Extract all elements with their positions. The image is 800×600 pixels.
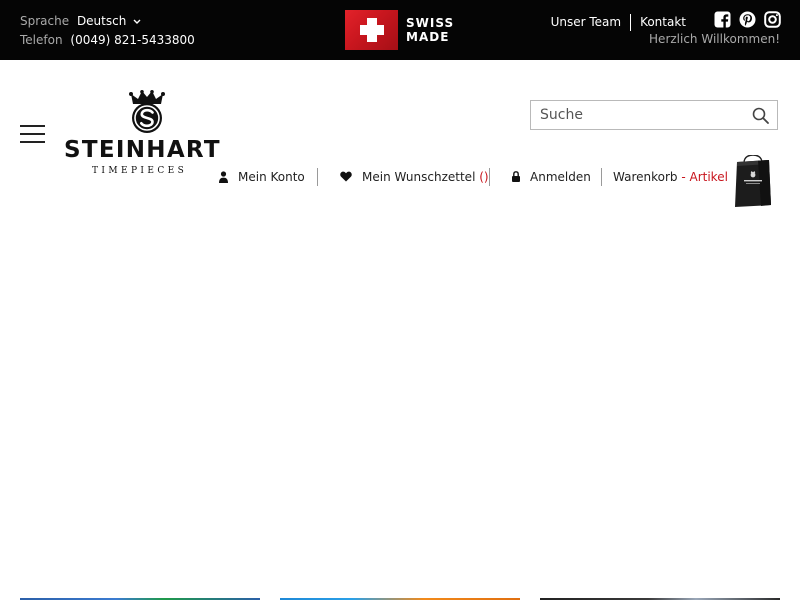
brand-name: STEINHART (64, 137, 221, 163)
my-account-label: Mein Konto (238, 170, 305, 184)
instagram-icon[interactable] (764, 11, 781, 28)
brand-logo[interactable]: STEINHART TIMEPIECES (64, 90, 234, 182)
shopping-bag-icon[interactable] (734, 155, 772, 209)
wishlist-count: () (479, 170, 489, 184)
cart-label: Warenkorb (613, 170, 678, 184)
welcome-text: Herzlich Willkommen! (649, 32, 780, 46)
language-value[interactable]: Deutsch (77, 14, 126, 28)
social-links (714, 11, 782, 29)
top-link-divider (630, 14, 632, 31)
swiss-flag-icon (345, 10, 398, 50)
steinhart-emblem-icon (129, 90, 165, 133)
nav-divider (489, 168, 490, 186)
phone-info: Telefon (0049) 821-5433800 (20, 33, 195, 47)
team-link[interactable]: Unser Team (551, 15, 622, 29)
login-link[interactable]: Anmelden (512, 170, 591, 184)
swiss-line-2: MADE (406, 30, 450, 44)
search-box (530, 100, 778, 130)
chevron-down-icon[interactable] (133, 19, 141, 25)
lock-icon (512, 171, 520, 182)
brand-tagline: TIMEPIECES (92, 166, 188, 176)
nav-divider (601, 168, 602, 186)
language-label: Sprache (20, 14, 70, 28)
my-account-link[interactable]: Mein Konto (219, 170, 305, 184)
swiss-line-1: SWISS (406, 16, 455, 30)
cart-link[interactable]: Warenkorb - Artikel (613, 170, 728, 184)
phone-label: Telefon (20, 33, 63, 47)
facebook-icon[interactable] (714, 11, 731, 28)
search-icon[interactable] (752, 107, 769, 124)
user-icon (219, 171, 228, 183)
swiss-made-badge: SWISS MADE (345, 10, 455, 50)
top-bar: Sprache Deutsch Telefon (0049) 821-54338… (0, 0, 800, 60)
hamburger-menu-icon[interactable] (20, 125, 45, 143)
wishlist-label: Mein Wunschzettel (362, 170, 476, 184)
pinterest-icon[interactable] (739, 11, 756, 28)
nav-divider (317, 168, 318, 186)
top-links: Unser Team Kontakt (551, 14, 686, 31)
language-selector[interactable]: Sprache Deutsch (20, 14, 141, 28)
login-label: Anmelden (530, 170, 591, 184)
swiss-made-text: SWISS MADE (406, 16, 456, 44)
wishlist-link[interactable]: Mein Wunschzettel () (340, 170, 489, 184)
heart-icon (340, 171, 352, 182)
cart-item-count: - Artikel (677, 170, 728, 184)
search-input[interactable] (531, 101, 750, 129)
phone-number[interactable]: (0049) 821-5433800 (70, 33, 194, 47)
contact-link[interactable]: Kontakt (640, 15, 686, 29)
